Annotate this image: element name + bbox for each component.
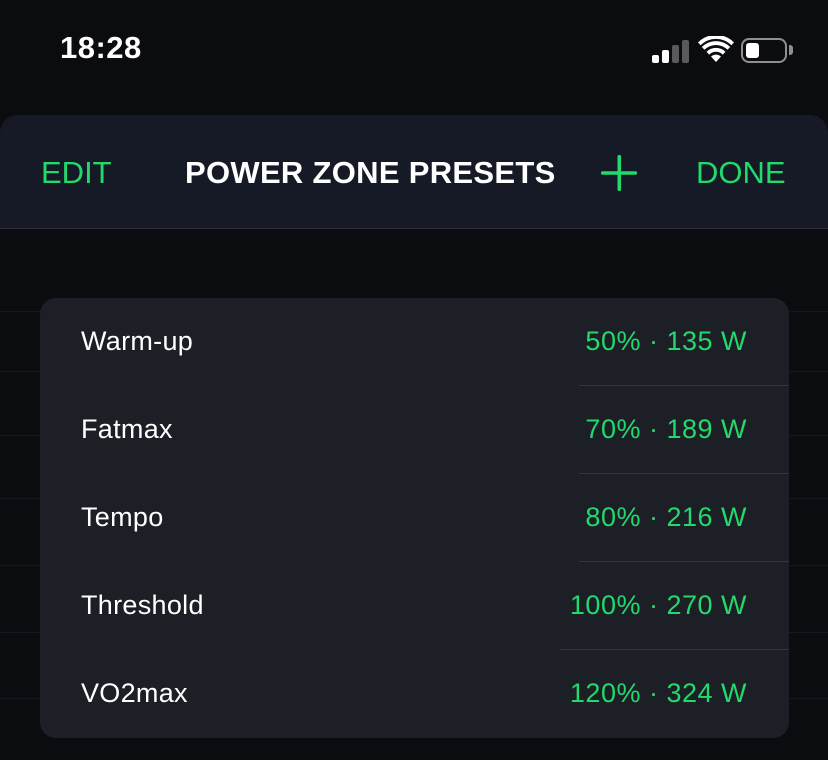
wifi-icon (698, 36, 734, 62)
plus-icon[interactable] (597, 151, 641, 195)
status-time: 18:28 (60, 30, 142, 65)
cellular-signal-icon (652, 39, 690, 63)
preset-name: Warm-up (81, 326, 194, 356)
preset-list: Warm-up 50% · 135 W Fatmax 70% · 189 W T… (40, 298, 789, 738)
preset-value: 70% · 189 W (585, 414, 747, 444)
preset-name: Fatmax (81, 414, 173, 444)
preset-row[interactable]: Fatmax 70% · 189 W (40, 386, 789, 474)
presets-header: EDIT POWER ZONE PRESETS DONE (0, 115, 828, 229)
preset-row[interactable]: Threshold 100% · 270 W (40, 562, 789, 650)
screen: 18:28 EDIT POWER ZONE PRESETS DONE Warm-… (0, 0, 828, 760)
preset-row[interactable]: VO2max 120% · 324 W (40, 650, 789, 738)
preset-row[interactable]: Warm-up 50% · 135 W (40, 298, 789, 386)
status-bar: 18:28 (0, 0, 828, 100)
preset-value: 100% · 270 W (569, 590, 747, 620)
preset-name: Threshold (81, 590, 204, 620)
done-button[interactable]: DONE (696, 155, 786, 191)
page-title: POWER ZONE PRESETS (185, 155, 556, 190)
battery-icon (741, 38, 787, 63)
preset-value: 50% · 135 W (585, 326, 747, 356)
edit-button[interactable]: EDIT (41, 155, 112, 191)
battery-tip (789, 45, 793, 55)
battery-level-fill (746, 43, 759, 58)
preset-value: 120% · 324 W (569, 678, 747, 708)
preset-name: Tempo (81, 502, 164, 532)
preset-row[interactable]: Tempo 80% · 216 W (40, 474, 789, 562)
preset-value: 80% · 216 W (585, 502, 747, 532)
preset-name: VO2max (81, 678, 188, 708)
